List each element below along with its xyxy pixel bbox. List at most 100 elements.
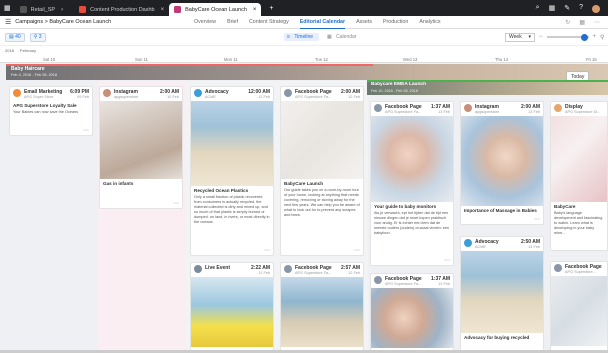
posts-count: 40 — [15, 34, 21, 40]
campaign-favicon-icon — [174, 6, 182, 13]
day-label: Mon 11 — [224, 57, 238, 62]
post-card[interactable]: Advocacy ACME 12:00 AM 11 Feb Recycled Oce… — [190, 86, 274, 256]
edit-icon[interactable]: ✎ — [564, 4, 570, 13]
more-icon[interactable]: ⋯ — [264, 247, 270, 254]
post-card[interactable]: Live Event 2:22 AM 11 Feb — [190, 262, 274, 353]
close-icon[interactable]: › — [61, 7, 63, 13]
refresh-icon[interactable]: ↻ — [565, 19, 570, 26]
date-header: 2018 February Sat 10 Sun 11 Mon 11 Tue 1… — [0, 45, 608, 63]
posts-count-button[interactable]: ▤ 40 — [5, 32, 25, 42]
post-date: 14 Feb — [528, 245, 540, 249]
post-card[interactable]: Instagram apgsuperstore 2:00 AM 13 Feb Imp… — [460, 101, 544, 225]
campaign-band-emea-launch[interactable]: Babycare EMEA Launch Feb 10, 2018 - Feb … — [367, 80, 608, 95]
period-select[interactable]: Week ▾ — [505, 32, 535, 42]
campaign-dates: Feb 4, 2018 - Feb 28, 2018 — [11, 73, 58, 77]
timeline-view-button[interactable]: ≡ Timeline — [284, 32, 320, 41]
post-card[interactable]: Facebook Page APG Superstore Fa... 1:37 A… — [370, 273, 454, 353]
tab-label: BabyCare Ocean Launch — [185, 6, 247, 13]
instagram-avatar — [103, 89, 111, 97]
post-text: Your Babies can now save the Oceans — [13, 110, 79, 114]
account-name: APG Superstore Fa... — [295, 95, 332, 99]
account-name: APG Superstore Fa... — [385, 110, 422, 114]
account-name: APG Superstore Di... — [565, 110, 601, 114]
post-card[interactable]: Facebook Page APG Superstore Fa... 1:37 A… — [370, 101, 454, 266]
post-card[interactable]: Facebook Page APG Superstore... — [550, 261, 608, 353]
search-icon[interactable]: ⌕ — [536, 4, 540, 13]
slider-handle[interactable] — [580, 33, 588, 41]
post-date: 12 Feb — [348, 271, 360, 275]
post-card[interactable]: Instagram apgsuperstore 2:00 AM 10 Feb Gas… — [99, 86, 183, 209]
post-date: 13 Feb — [438, 282, 450, 286]
nav-editorial-calendar[interactable]: Editorial Calendar — [299, 16, 346, 29]
post-card[interactable]: Facebook Page APG Superstore Fa... 2:57 A… — [280, 262, 364, 353]
post-title: Importance of Massage in Babies — [464, 208, 537, 213]
zoom-in-icon[interactable]: + — [593, 34, 597, 40]
post-card[interactable]: Advocacy ACME 2:50 AM 14 Feb Advocacy for … — [460, 236, 544, 353]
filter-count-button[interactable]: ⚲ 3 — [29, 32, 46, 42]
post-image — [281, 101, 363, 179]
post-date: 11 Feb — [258, 95, 270, 99]
account-name: APG Superstore Fa... — [295, 271, 332, 275]
grid-icon[interactable]: ▦ — [0, 4, 15, 12]
post-image — [461, 116, 543, 206]
post-image — [191, 277, 273, 347]
account-name: apgsuperstore — [114, 95, 139, 99]
nav-overview[interactable]: Overview — [194, 19, 216, 25]
nav-production[interactable]: Production — [383, 19, 408, 25]
post-date: 13 Feb — [528, 110, 540, 114]
post-date: 12 Feb — [348, 95, 360, 99]
nav-content-strategy[interactable]: Content Strategy — [249, 19, 289, 25]
tab-content-production[interactable]: Content Production Dashb × — [74, 3, 169, 16]
more-icon[interactable]: ⋯ — [83, 127, 89, 134]
nav-assets[interactable]: Assets — [356, 19, 372, 25]
post-image — [191, 101, 273, 186]
zoom-slider[interactable] — [546, 33, 589, 41]
post-text: Baby's language development and fascinat… — [554, 211, 603, 235]
day-label: Fri 15 — [586, 57, 597, 62]
day-label: Sun 11 — [135, 57, 148, 62]
post-card[interactable]: Display APG Superstore Di... BabyCare Bab… — [550, 101, 608, 251]
post-image — [281, 277, 363, 347]
browser-tab-bar: ▦ Retail_SP › Content Production Dashb ×… — [0, 0, 608, 16]
menu-icon[interactable]: ☰ — [0, 18, 15, 26]
campaign-band-baby-haircare[interactable]: Baby Haircare Feb 4, 2018 - Feb 28, 2018 — [6, 64, 608, 80]
post-date: 09 Feb — [77, 95, 89, 99]
post-image — [461, 251, 543, 333]
close-icon[interactable]: × — [253, 7, 257, 13]
close-icon[interactable]: × — [161, 7, 165, 13]
post-date: 10 Feb — [167, 95, 179, 99]
grid-view-icon[interactable]: ▦ — [579, 19, 585, 26]
retail-favicon-icon — [19, 6, 27, 13]
more-icon[interactable]: ⋯ — [354, 247, 360, 254]
search-icon[interactable]: ⚲ — [600, 34, 604, 41]
nav-analytics[interactable]: Analytics — [419, 19, 440, 25]
tab-retail[interactable]: Retail_SP › — [15, 3, 68, 16]
zoom-controls: Week▾ − + ⚲ ⚗ — [505, 32, 608, 42]
post-title: BabyCare Launch — [284, 181, 324, 186]
view-toggle: ≡ Timeline ▦ Calendar — [284, 32, 362, 41]
calendar-view-button[interactable]: ▦ Calendar — [324, 33, 362, 41]
advocacy-avatar — [464, 239, 472, 247]
zoom-out-icon[interactable]: − — [539, 34, 543, 40]
help-icon[interactable]: ? — [579, 4, 583, 13]
apps-icon[interactable]: ▦ — [549, 4, 556, 13]
tab-label: Content Production Dashb — [90, 6, 155, 13]
tab-babycare-ocean-launch[interactable]: BabyCare Ocean Launch × — [169, 3, 262, 16]
year-label: 2018 — [5, 48, 14, 53]
more-icon[interactable]: ⋯ — [173, 200, 179, 207]
more-icon[interactable]: ⋯ — [444, 257, 450, 264]
more-icon[interactable]: ⋯ — [594, 19, 600, 26]
day-label: Sat 10 — [43, 57, 56, 62]
nav-brief[interactable]: Brief — [227, 19, 238, 25]
more-icon[interactable]: ⋯ — [534, 216, 540, 223]
post-card[interactable]: Facebook Page APG Superstore Fa... 2:00 A… — [280, 86, 364, 256]
avatar[interactable] — [592, 4, 600, 13]
new-tab-button[interactable]: + — [265, 5, 277, 12]
campaign-title: Babycare EMEA Launch — [371, 82, 427, 87]
account-name: ACME — [475, 245, 486, 249]
campaign-dates: Feb 10, 2018 - Feb 28, 2018 — [371, 89, 418, 93]
post-image — [371, 116, 453, 202]
post-card[interactable]: Email Marketing APG Super Store 6:09 PM 09… — [9, 86, 93, 136]
breadcrumb[interactable]: Campaigns > BabyCare Ocean Launch — [15, 19, 111, 25]
post-date: 13 Feb — [438, 110, 450, 114]
